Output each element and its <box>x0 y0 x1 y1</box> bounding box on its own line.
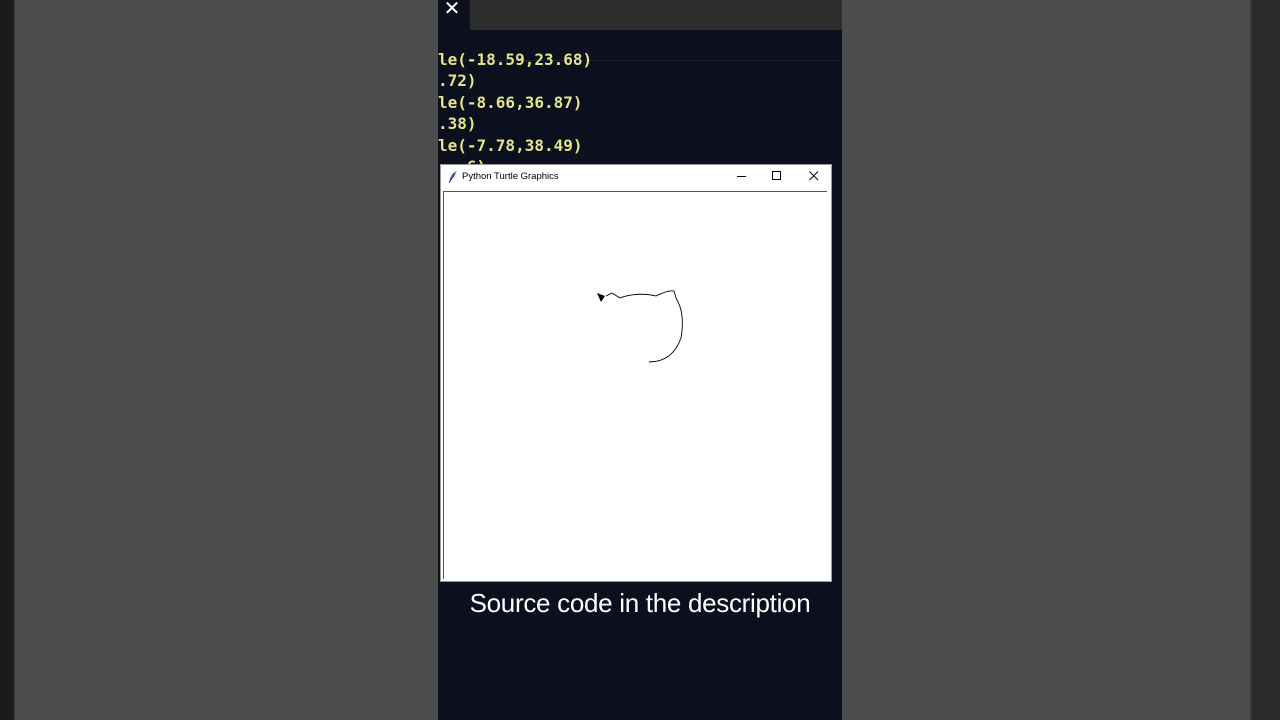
close-icon <box>809 171 819 181</box>
left-edge <box>0 0 15 720</box>
turtle-cursor-icon <box>597 293 605 302</box>
caption: Source code in the description <box>469 588 811 618</box>
maximize-button[interactable] <box>759 165 795 187</box>
right-edge <box>1250 0 1280 720</box>
title-bar[interactable]: Python Turtle Graphics <box>441 165 831 191</box>
drawing <box>597 290 683 363</box>
cat-outline-path <box>605 290 683 363</box>
minimize-icon <box>737 176 746 177</box>
window-title: Python Turtle Graphics <box>462 171 559 182</box>
code-line: .72) <box>438 71 477 90</box>
code-line: .38) <box>438 114 477 133</box>
turtle-canvas[interactable] <box>443 191 827 579</box>
top-bar <box>470 0 842 30</box>
code-editor: le(-18.59,23.68) .72) le(-8.66,36.87) .3… <box>438 47 842 167</box>
minimize-button[interactable] <box>724 165 760 187</box>
code-line: le(-18.59,23.68) <box>438 50 593 69</box>
turtle-window: Python Turtle Graphics <box>440 164 832 582</box>
close-icon[interactable]: ✕ <box>440 0 464 20</box>
code-line: le(-7.78,38.49) <box>438 136 583 155</box>
maximize-icon <box>772 171 781 180</box>
feather-icon <box>448 171 457 184</box>
code-line: le(-8.66,36.87) <box>438 93 583 112</box>
close-button[interactable] <box>796 165 832 187</box>
